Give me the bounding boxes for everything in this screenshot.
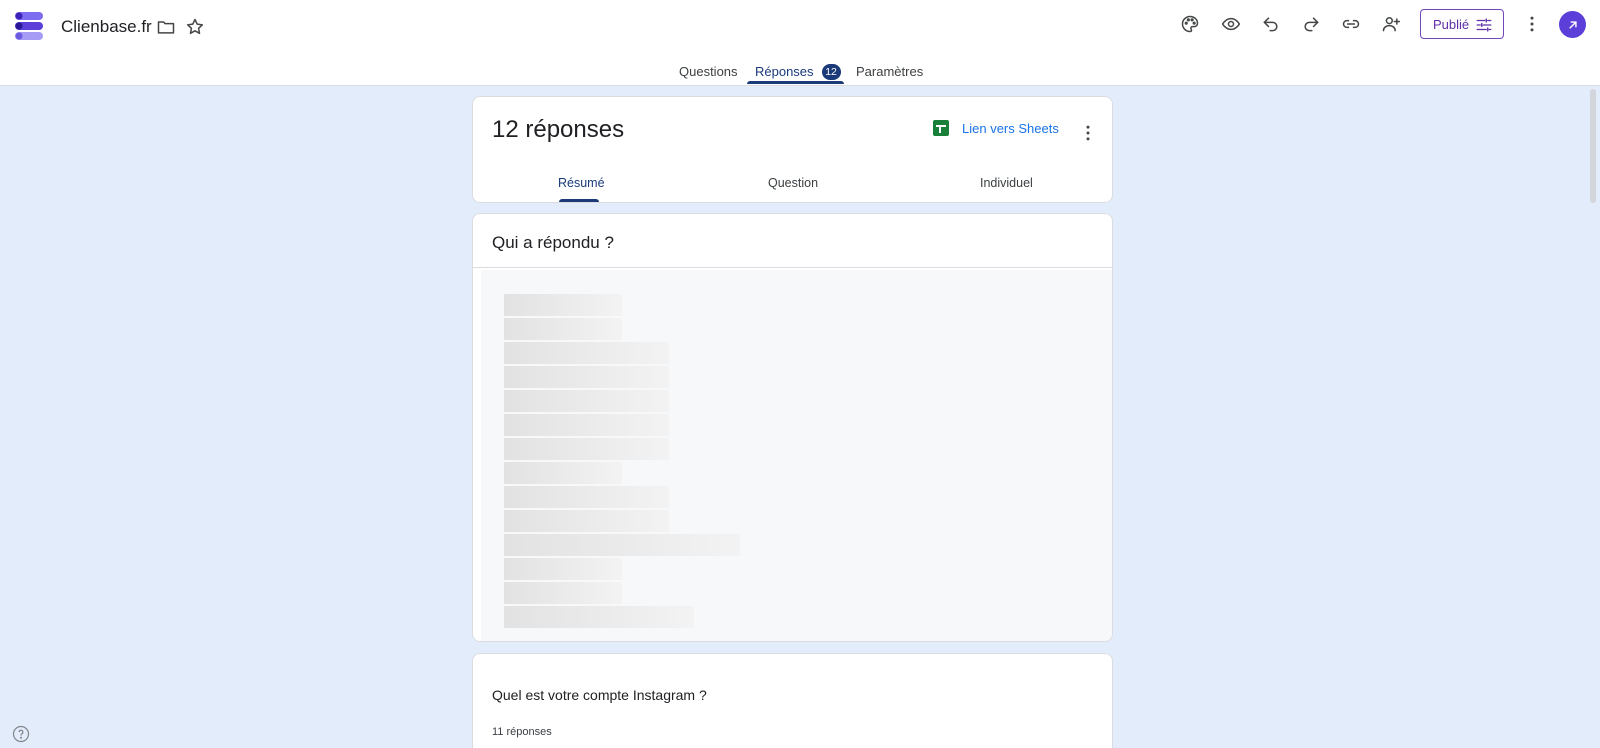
star-icon[interactable] xyxy=(183,15,207,39)
publish-settings-icon xyxy=(1476,18,1492,32)
forms-logo-icon[interactable] xyxy=(14,11,44,41)
blurred-row xyxy=(504,390,669,412)
sheets-icon xyxy=(933,120,949,136)
preview-eye-icon[interactable] xyxy=(1219,12,1243,36)
tab-responses[interactable]: Réponses 12 xyxy=(755,64,841,80)
active-tab-indicator xyxy=(747,81,844,84)
responses-summary-card: 12 réponses Lien vers Sheets Résumé Ques… xyxy=(472,96,1113,203)
published-label: Publié xyxy=(1433,16,1470,32)
link-to-sheets-button[interactable]: Lien vers Sheets xyxy=(933,120,1059,136)
blurred-row xyxy=(504,462,622,484)
tab-individual[interactable]: Individuel xyxy=(980,176,1033,190)
blurred-row xyxy=(504,486,669,508)
question-title: Quel est votre compte Instagram ? xyxy=(492,687,707,703)
top-bar: Clienbase.fr Publié Questions Réponses 12… xyxy=(0,0,1600,86)
blurred-row xyxy=(504,318,622,340)
summary-tab-indicator xyxy=(559,199,599,202)
palette-icon[interactable] xyxy=(1178,12,1202,36)
redo-icon[interactable] xyxy=(1299,12,1323,36)
form-title[interactable]: Clienbase.fr xyxy=(61,17,152,37)
blurred-row xyxy=(504,414,669,436)
blurred-row xyxy=(504,438,669,460)
blurred-row xyxy=(504,510,669,532)
help-icon[interactable] xyxy=(12,725,30,743)
blurred-respondent-list xyxy=(481,270,1112,641)
blurred-row xyxy=(504,366,669,388)
who-responded-title: Qui a répondu ? xyxy=(492,233,614,252)
undo-icon[interactable] xyxy=(1259,12,1283,36)
instagram-question-card: Quel est votre compte Instagram ? 11 rép… xyxy=(472,653,1113,748)
tab-questions[interactable]: Questions xyxy=(679,64,738,79)
blurred-row xyxy=(504,558,622,580)
tab-question[interactable]: Question xyxy=(768,176,818,190)
responses-count-badge: 12 xyxy=(821,64,841,80)
tab-settings[interactable]: Paramètres xyxy=(856,64,923,79)
blurred-row xyxy=(504,294,622,316)
responses-count-title: 12 réponses xyxy=(492,116,625,143)
link-to-sheets-label: Lien vers Sheets xyxy=(962,120,1059,136)
add-collaborator-icon[interactable] xyxy=(1379,12,1403,36)
responses-more-icon[interactable] xyxy=(1076,121,1100,145)
blurred-row xyxy=(504,606,694,628)
link-icon[interactable] xyxy=(1339,12,1363,36)
blurred-row xyxy=(504,534,740,556)
published-button[interactable]: Publié xyxy=(1420,9,1504,39)
folder-icon[interactable] xyxy=(154,15,178,39)
question-response-count: 11 réponses xyxy=(492,726,552,738)
scrollbar[interactable] xyxy=(1590,89,1596,203)
divider xyxy=(473,267,1112,268)
blurred-row xyxy=(504,582,622,604)
who-responded-card: Qui a répondu ? xyxy=(472,213,1113,642)
tab-responses-label: Réponses xyxy=(755,64,814,79)
account-avatar[interactable] xyxy=(1559,11,1586,38)
arrow-up-right-icon xyxy=(1568,20,1577,29)
tab-summary[interactable]: Résumé xyxy=(558,176,605,190)
more-options-icon[interactable] xyxy=(1520,12,1544,36)
blurred-row xyxy=(504,342,669,364)
